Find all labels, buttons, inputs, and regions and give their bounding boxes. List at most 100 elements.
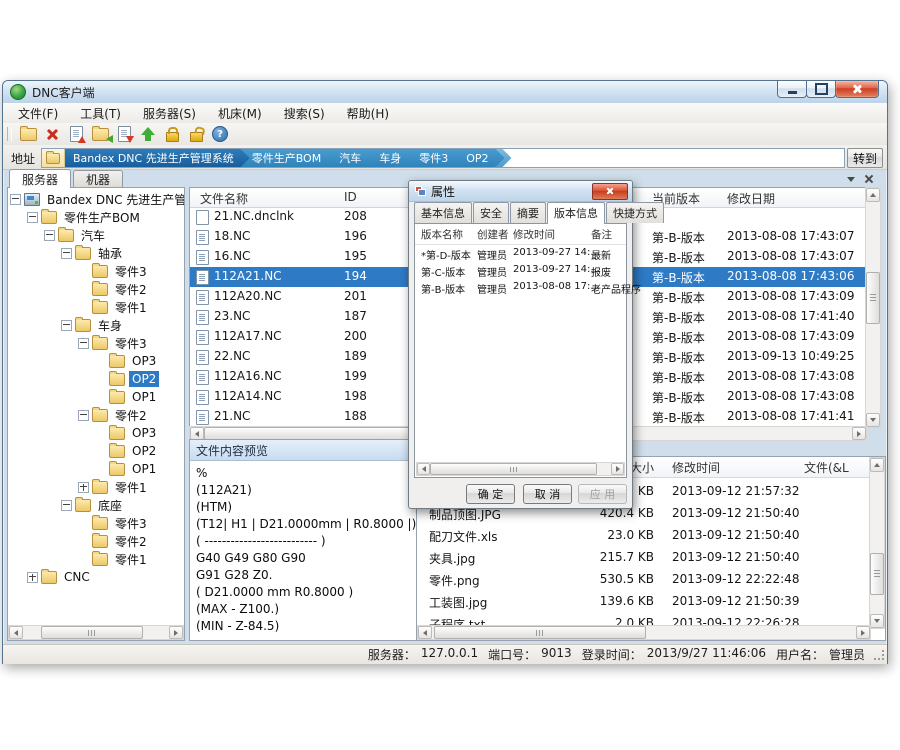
dialog-tab[interactable]: 安全 (473, 202, 509, 223)
tree-item[interactable]: CNC (8, 568, 184, 586)
scroll-left-icon[interactable] (9, 626, 23, 639)
send-button[interactable] (136, 124, 160, 144)
menu-item[interactable]: 工具(T) (69, 103, 132, 124)
unlock-button[interactable] (184, 124, 208, 144)
column-header-remark[interactable]: 备注 (591, 227, 612, 242)
file-list-vscrollbar[interactable] (865, 187, 881, 428)
expand-toggle-icon[interactable] (78, 410, 89, 421)
tree-item[interactable]: 汽车 (8, 226, 184, 244)
scroll-right-icon[interactable] (852, 427, 866, 440)
attachment-row[interactable]: 夹具.jpg 215.7 KB 2013-09-12 21:50:40 (417, 547, 871, 569)
tree-item[interactable]: 车身 (8, 316, 184, 334)
column-header-name[interactable]: 文件名称 (200, 190, 248, 207)
download-file-button[interactable] (112, 124, 136, 144)
resize-grip[interactable] (874, 650, 884, 660)
tree-item[interactable]: 零件2 (8, 532, 184, 550)
tree-item[interactable]: OP1 (8, 460, 184, 478)
menu-item[interactable]: 文件(F) (7, 103, 69, 124)
breadcrumb-segment[interactable]: Bandex DNC 先进生产管理系统 (65, 149, 250, 167)
expand-toggle-icon[interactable] (78, 338, 89, 349)
tree-item[interactable]: 零件2 (8, 406, 184, 424)
tree-item[interactable]: 零件1 (8, 550, 184, 568)
tree-item[interactable]: OP3 (8, 352, 184, 370)
receive-file-button[interactable] (88, 124, 112, 144)
dialog-hscrollbar[interactable] (416, 462, 625, 476)
expand-toggle-icon[interactable] (61, 248, 72, 259)
column-header-modified-time[interactable]: 修改时间 (513, 227, 555, 242)
scroll-thumb[interactable] (870, 553, 884, 595)
attachment-row[interactable]: 工装图.jpg 139.6 KB 2013-09-12 21:50:39 (417, 591, 871, 613)
tree-item[interactable]: 零件3 (8, 262, 184, 280)
version-row[interactable]: 第-B-版本 管理员 2013-08-08 17:... 老产品程序 (415, 279, 626, 296)
tree-hscrollbar[interactable] (8, 625, 184, 640)
attachment-row[interactable]: 零件.png 530.5 KB 2013-09-12 22:22:48 (417, 569, 871, 591)
column-header-modified[interactable]: 修改时间 (672, 459, 720, 476)
tree-item[interactable]: 零件1 (8, 298, 184, 316)
dialog-close-button[interactable] (592, 183, 628, 200)
attachments-hscrollbar[interactable] (417, 625, 871, 640)
upload-file-button[interactable] (64, 124, 88, 144)
expand-toggle-icon[interactable] (44, 230, 55, 241)
scroll-left-icon[interactable] (417, 463, 430, 475)
address-field[interactable]: Bandex DNC 先进生产管理系统零件生产BOM汽车车身零件3OP2 (41, 148, 845, 168)
tree-item[interactable]: 零件2 (8, 280, 184, 298)
version-row[interactable]: *第-D-版本 管理员 2013-09-27 14:... 最新 (415, 245, 626, 262)
menu-item[interactable]: 帮助(H) (336, 103, 400, 124)
minimize-button[interactable] (777, 81, 807, 98)
tree-item[interactable]: Bandex DNC 先进生产管理系统 (8, 190, 184, 208)
tree-item[interactable]: OP2 (8, 442, 184, 460)
column-header-file[interactable]: 文件(&L (804, 459, 866, 476)
tree-item[interactable]: OP3 (8, 424, 184, 442)
scroll-right-icon[interactable] (169, 626, 183, 639)
help-button[interactable] (208, 124, 232, 144)
menu-item[interactable]: 服务器(S) (132, 103, 207, 124)
panel-pin-icon[interactable] (845, 173, 857, 185)
tree-item[interactable]: OP1 (8, 388, 184, 406)
expand-toggle-icon[interactable] (78, 482, 89, 493)
expand-toggle-icon[interactable] (61, 320, 72, 331)
scroll-up-icon[interactable] (870, 458, 884, 472)
dialog-tab[interactable]: 基本信息 (414, 202, 472, 223)
tree-item[interactable]: 轴承 (8, 244, 184, 262)
attachments-vscrollbar[interactable] (869, 457, 885, 629)
delete-button[interactable] (40, 124, 64, 144)
title-bar[interactable]: DNC客户端 (3, 81, 887, 104)
close-button[interactable] (835, 81, 879, 98)
maximize-button[interactable] (806, 81, 836, 98)
scroll-right-icon[interactable] (611, 463, 624, 475)
scroll-thumb[interactable] (41, 626, 143, 639)
tree-item[interactable]: 零件生产BOM (8, 208, 184, 226)
dialog-title-bar[interactable]: 属性 (409, 181, 632, 202)
tree-item[interactable]: 零件1 (8, 478, 184, 496)
scroll-right-icon[interactable] (856, 626, 870, 639)
column-header-creator[interactable]: 创建者 (477, 227, 509, 242)
lock-button[interactable] (160, 124, 184, 144)
new-folder-button[interactable] (16, 124, 40, 144)
tree-item[interactable]: 底座 (8, 496, 184, 514)
scroll-left-icon[interactable] (418, 626, 432, 639)
tab-server[interactable]: 服务器 (9, 169, 71, 188)
column-header-id[interactable]: ID (344, 190, 357, 204)
scroll-down-icon[interactable] (870, 614, 884, 628)
panel-close-icon[interactable] (863, 173, 875, 185)
apply-button[interactable]: 应 用 (578, 484, 627, 504)
expand-toggle-icon[interactable] (27, 212, 38, 223)
go-button[interactable]: 转到 (847, 148, 883, 168)
scroll-thumb[interactable] (430, 463, 597, 475)
dialog-tab[interactable]: 快捷方式 (606, 202, 664, 223)
dialog-tab[interactable]: 版本信息 (547, 202, 605, 224)
expand-toggle-icon[interactable] (61, 500, 72, 511)
menu-item[interactable]: 搜索(S) (273, 103, 336, 124)
column-header-date[interactable]: 修改日期 (727, 190, 775, 207)
scroll-thumb[interactable] (434, 626, 646, 639)
scroll-down-icon[interactable] (866, 413, 880, 427)
tree-item[interactable]: OP2 (8, 370, 184, 388)
cancel-button[interactable]: 取 消 (523, 484, 572, 504)
scroll-thumb[interactable] (866, 272, 880, 324)
expand-toggle-icon[interactable] (27, 572, 38, 583)
ok-button[interactable]: 确 定 (466, 484, 515, 504)
tree-item[interactable]: 零件3 (8, 334, 184, 352)
scroll-up-icon[interactable] (866, 188, 880, 202)
tree-item[interactable]: 零件3 (8, 514, 184, 532)
tab-machine[interactable]: 机器 (73, 170, 123, 188)
